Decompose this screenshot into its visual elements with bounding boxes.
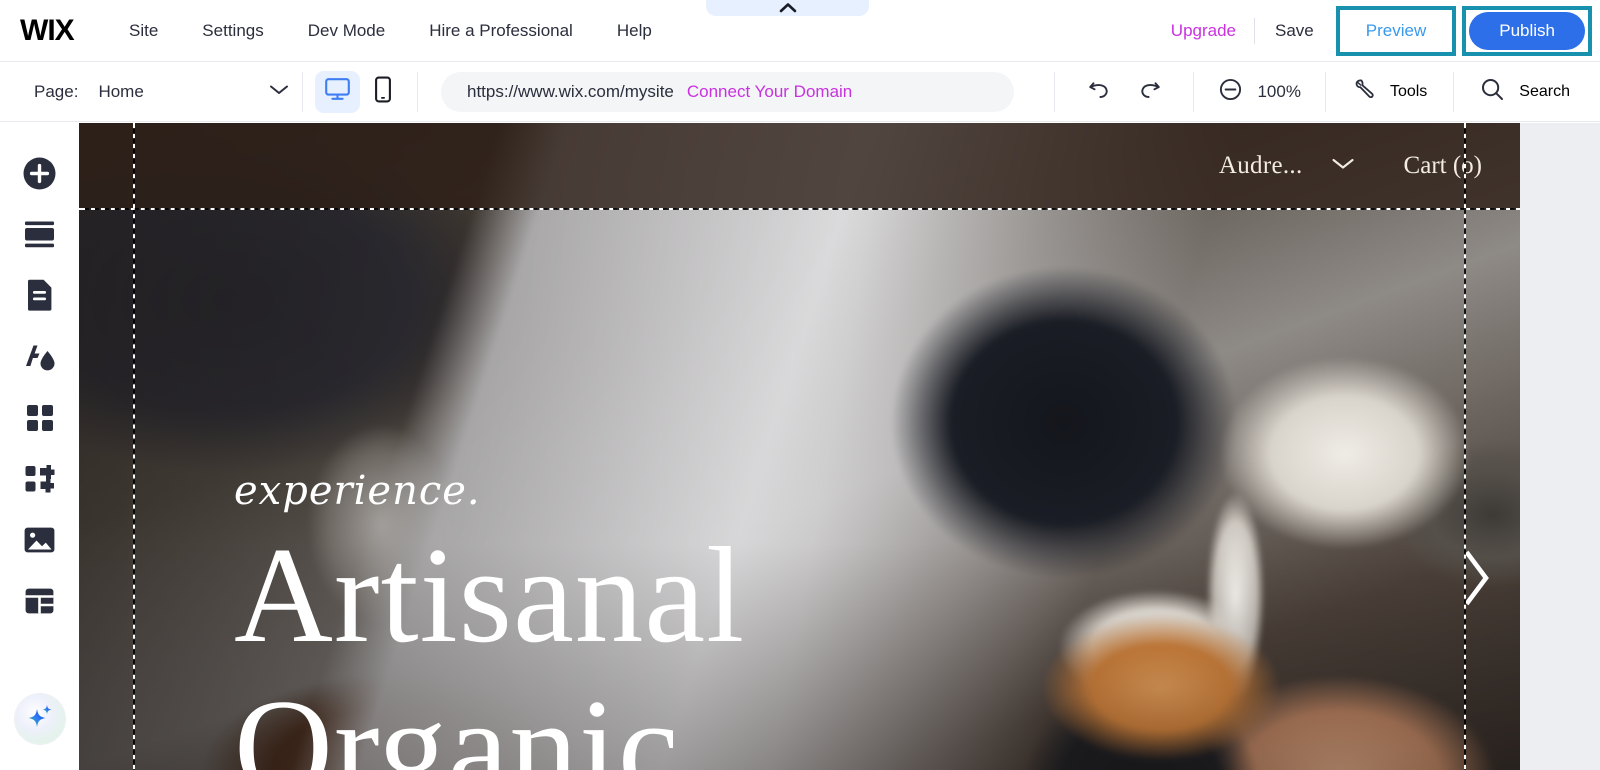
sidebar-item-add-section[interactable] [17, 214, 63, 260]
cart-link[interactable]: Cart (o) [1404, 152, 1482, 180]
site-header[interactable]: Audre... Cart (o) [79, 123, 1520, 209]
sidebar-item-apps[interactable] [17, 397, 63, 443]
wix-logo[interactable]: WIX [20, 14, 82, 48]
hero-title-line-1: Artisanal [234, 519, 746, 671]
tools-label: Tools [1389, 82, 1428, 100]
image-icon [23, 526, 56, 559]
sidebar-item-site-design[interactable] [17, 336, 63, 382]
site-url-text: https://www.wix.com/mysite [467, 81, 674, 101]
editor-actions: Upgrade Save Preview Publish [1153, 0, 1600, 62]
menu-item-settings[interactable]: Settings [202, 13, 263, 49]
menu-item-dev-mode[interactable]: Dev Mode [308, 13, 385, 49]
menu-item-hire-a-professional[interactable]: Hire a Professional [429, 13, 573, 49]
chevron-down-icon [268, 83, 290, 101]
desktop-view-button[interactable] [315, 70, 360, 113]
hero-text-block[interactable]: experience. Artisanal Organic [234, 468, 745, 770]
undo-button[interactable] [1081, 74, 1117, 110]
sidebar-item-site-pages[interactable] [17, 275, 63, 321]
collapse-toolbar-tab[interactable] [706, 0, 869, 16]
history-controls [1055, 62, 1193, 122]
publish-button[interactable]: Publish [1469, 11, 1585, 50]
redo-button[interactable] [1131, 74, 1167, 110]
hero-title-line-2: Organic [234, 670, 680, 770]
plus-circle-icon [22, 156, 57, 196]
search-button[interactable]: Search [1454, 62, 1600, 122]
hero-script-line: experience. [234, 468, 481, 514]
sidebar-item-content-manager[interactable] [17, 580, 63, 626]
chevron-down-icon [1330, 156, 1356, 176]
desktop-icon [324, 77, 351, 107]
sidebar-item-media[interactable] [17, 519, 63, 565]
table-icon [24, 587, 55, 620]
menu-item-site[interactable]: Site [129, 13, 158, 49]
undo-icon [1087, 78, 1112, 105]
puzzle-gear-icon [24, 464, 56, 499]
search-label: Search [1519, 82, 1570, 100]
sidebar-item-app-market[interactable] [17, 458, 63, 504]
chevron-right-icon [1459, 550, 1495, 612]
tools-button[interactable]: Tools [1326, 62, 1453, 122]
editor-top-bar: WIX Site Settings Dev Mode Hire a Profes… [0, 0, 1600, 62]
connect-domain-link[interactable]: Connect Your Domain [687, 82, 852, 102]
pages-document-icon [26, 279, 53, 317]
preview-button[interactable]: Preview [1339, 9, 1453, 52]
sections-icon [23, 220, 56, 254]
next-slide-button[interactable] [1459, 548, 1495, 613]
redo-icon [1137, 78, 1162, 105]
account-menu[interactable]: Audre... [1219, 152, 1356, 180]
zoom-level-value: 100% [1257, 81, 1301, 101]
page-selector-label: Page: [34, 81, 79, 101]
upgrade-button[interactable]: Upgrade [1153, 21, 1254, 41]
zoom-out-icon[interactable] [1218, 77, 1243, 107]
wix-editor-window: WIX Site Settings Dev Mode Hire a Profes… [0, 0, 1600, 770]
editor-secondary-toolbar: Page: Home https://www.wix.com/mysite Co… [0, 62, 1600, 122]
chevron-up-icon [779, 2, 797, 13]
mobile-view-button[interactable] [360, 71, 405, 113]
site-preview-stage[interactable]: Audre... Cart (o) experience. Artisanal … [79, 123, 1520, 770]
ai-assistant-button[interactable] [14, 694, 65, 744]
editor-canvas[interactable]: Audre... Cart (o) experience. Artisanal … [79, 123, 1600, 770]
page-selector-value: Home [98, 81, 144, 101]
divider [417, 71, 418, 112]
editor-main-menu: Site Settings Dev Mode Hire a Profession… [129, 13, 696, 49]
site-url-bar[interactable]: https://www.wix.com/mysite Connect Your … [441, 71, 1014, 112]
device-switcher [303, 70, 417, 113]
apps-grid-icon [25, 403, 55, 438]
zoom-control[interactable]: 100% [1194, 62, 1324, 122]
theme-paint-icon [23, 342, 57, 377]
sparkle-icon [25, 702, 55, 737]
publish-highlight-box: Publish [1462, 5, 1592, 56]
search-icon [1480, 77, 1505, 107]
sidebar-item-add-elements[interactable] [17, 153, 63, 199]
preview-highlight-box: Preview [1335, 5, 1457, 56]
editor-left-sidebar [0, 123, 79, 770]
save-button[interactable]: Save [1255, 21, 1334, 41]
account-name: Audre... [1218, 152, 1303, 179]
page-selector[interactable]: Page: Home [34, 82, 302, 102]
toolbar-right-group: 100% Tools Search [1054, 62, 1600, 122]
menu-item-help[interactable]: Help [617, 13, 652, 49]
mobile-icon [373, 76, 393, 108]
wrench-icon [1352, 77, 1376, 106]
